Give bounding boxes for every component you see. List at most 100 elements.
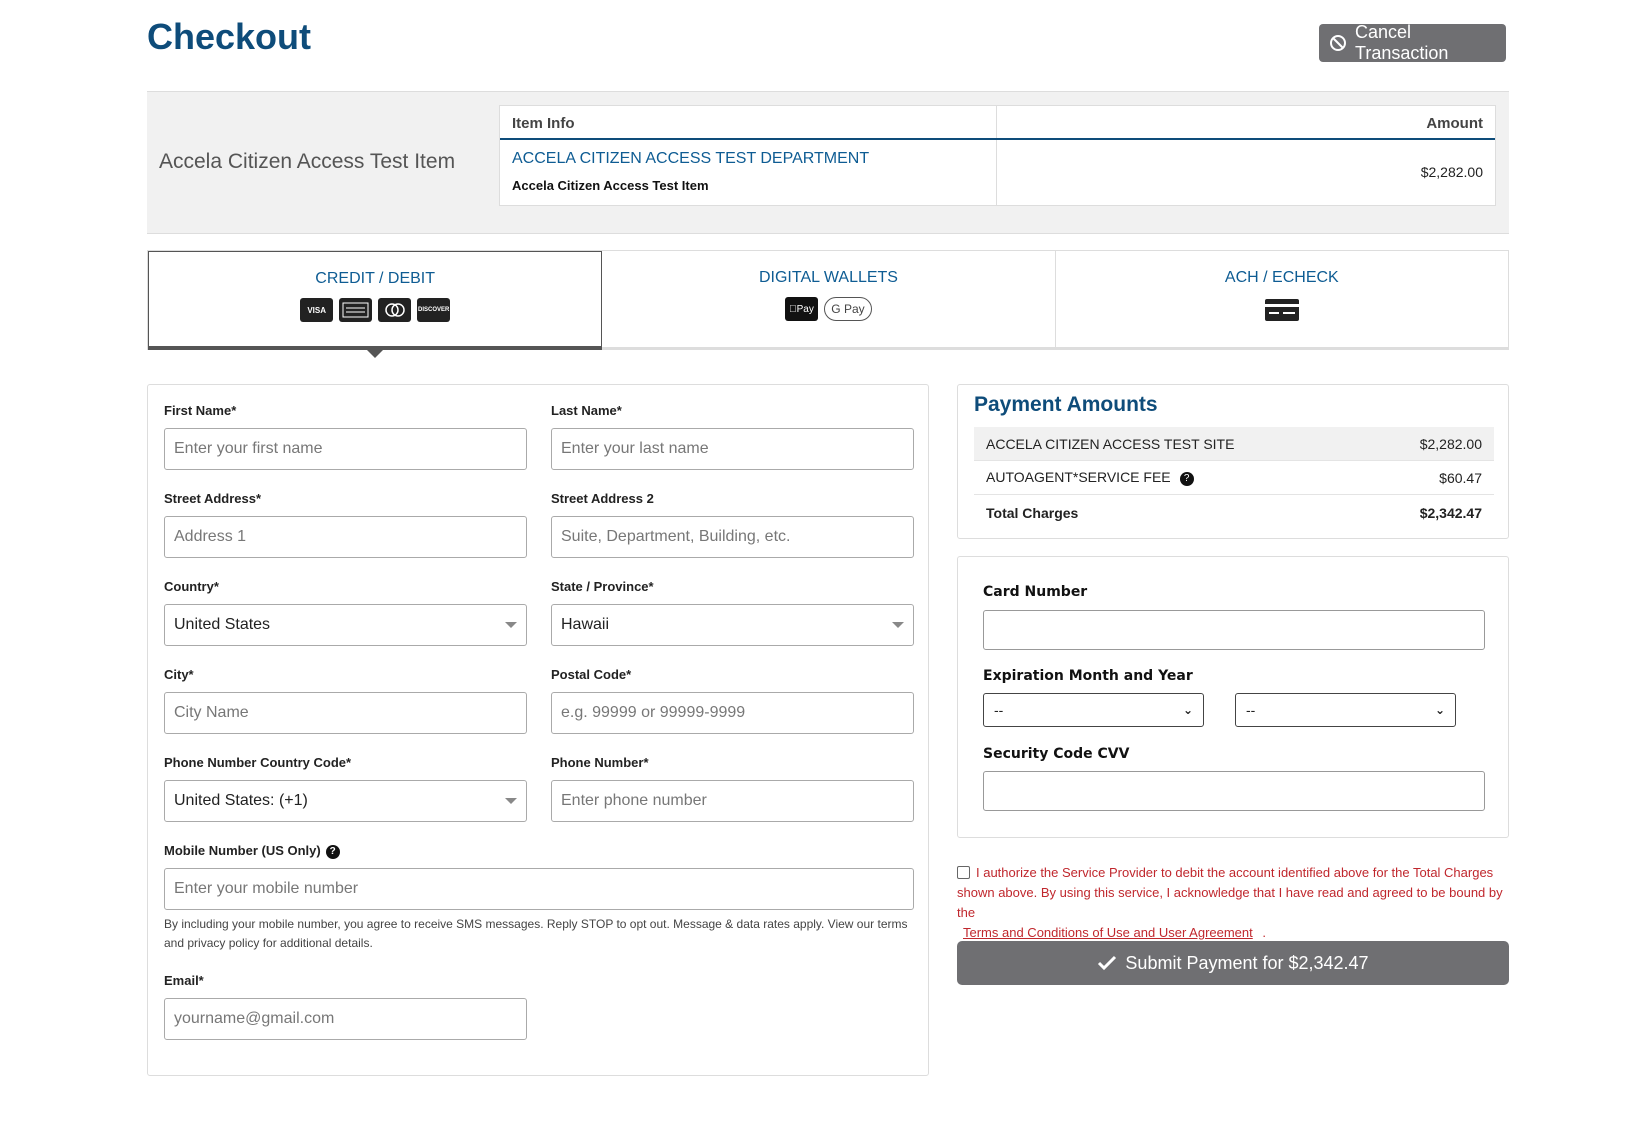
chevron-down-icon: ⌄	[1182, 703, 1193, 717]
sms-disclaimer: By including your mobile number, you agr…	[164, 917, 908, 950]
card-brand-icons: VISA DISCOVER	[149, 298, 601, 322]
mobile-label: Mobile Number (US Only)	[164, 843, 321, 858]
postal-group: Postal Code*	[551, 667, 914, 734]
phone-country-code-select[interactable]: United States: (+1)	[164, 780, 527, 822]
caret-down-icon	[505, 622, 517, 628]
column-header-item-info: Item Info	[500, 106, 997, 138]
chevron-down-icon: ⌄	[1434, 703, 1445, 717]
tab-ach-echeck[interactable]: ACH / ECHECK	[1055, 251, 1508, 350]
amount-row-label: AUTOAGENT*SERVICE FEE	[986, 469, 1171, 486]
card-number-input[interactable]	[983, 610, 1485, 650]
amex-icon	[339, 298, 373, 322]
cancel-label: Cancel Transaction	[1355, 22, 1449, 63]
first-name-input[interactable]	[164, 428, 527, 470]
first-name-label: First Name*	[164, 403, 237, 418]
authorization-consent: I authorize the Service Provider to debi…	[957, 863, 1509, 943]
authorize-checkbox[interactable]	[957, 866, 970, 879]
item-table: Item Info Amount ACCELA CITIZEN ACCESS T…	[499, 105, 1496, 206]
phone-group: Phone Number*	[551, 755, 914, 822]
street1-label: Street Address*	[164, 491, 262, 506]
email-label: Email*	[164, 973, 204, 988]
amount-row-value: $60.47	[1439, 469, 1482, 486]
email-group: Email*	[164, 973, 527, 1040]
country-group: Country* United States	[164, 579, 527, 646]
email-input[interactable]	[164, 998, 527, 1040]
item-summary: Accela Citizen Access Test Item Item Inf…	[147, 91, 1509, 234]
item-table-header: Item Info Amount	[500, 106, 1495, 140]
street1-input[interactable]	[164, 516, 527, 558]
mastercard-icon	[378, 298, 412, 322]
phone-cc-value: United States: (+1)	[174, 792, 308, 809]
total-row: Total Charges $2,342.47	[974, 496, 1494, 530]
expiry-month-select[interactable]: -- ⌄	[983, 693, 1204, 727]
page-title: Checkout	[147, 16, 312, 57]
street2-group: Street Address 2	[551, 491, 914, 558]
department-name: ACCELA CITIZEN ACCESS TEST DEPARTMENT	[512, 150, 870, 167]
postal-code-input[interactable]	[551, 692, 914, 734]
expiry-month-value: --	[994, 702, 1004, 718]
item-name: Accela Citizen Access Test Item	[512, 178, 709, 193]
cancel-transaction-button[interactable]: Cancel Transaction	[1319, 22, 1506, 63]
service-fee-label-group: AUTOAGENT*SERVICE FEE?	[986, 469, 1194, 486]
city-label: City*	[164, 667, 194, 682]
payment-amounts-title: Payment Amounts	[974, 393, 1158, 416]
state-value: Hawaii	[561, 616, 610, 633]
last-name-input[interactable]	[551, 428, 914, 470]
phone-input[interactable]	[551, 780, 914, 822]
item-info-cell: ACCELA CITIZEN ACCESS TEST DEPARTMENT Ac…	[500, 140, 997, 205]
authorization-end: .	[1262, 925, 1267, 940]
billing-form: First Name* Last Name* Street Address* S…	[147, 384, 929, 1076]
mobile-label-row: Mobile Number (US Only)?	[164, 843, 914, 859]
postal-label: Postal Code*	[551, 667, 632, 682]
city-input[interactable]	[164, 692, 527, 734]
cvv-input[interactable]	[983, 771, 1485, 811]
item-amount: $2,282.00	[1420, 164, 1483, 180]
terms-link[interactable]: Terms and Conditions of Use and User Agr…	[963, 925, 1253, 940]
expiry-year-value: --	[1246, 702, 1256, 718]
phone-label: Phone Number*	[551, 755, 649, 770]
submit-payment-button[interactable]: Submit Payment for $2,342.47	[957, 941, 1509, 985]
amount-row-value: $2,282.00	[1419, 435, 1482, 452]
last-name-label: Last Name*	[551, 403, 622, 418]
apple-pay-icon: Pay	[784, 297, 818, 321]
expiry-label: Expiration Month and Year	[983, 668, 1193, 684]
phone-cc-label: Phone Number Country Code*	[164, 755, 352, 770]
tab-label: CREDIT / DEBIT	[315, 270, 436, 287]
country-select[interactable]: United States	[164, 604, 527, 646]
amount-row-label: ACCELA CITIZEN ACCESS TEST SITE	[986, 435, 1235, 452]
check-icon	[1098, 955, 1117, 971]
caret-down-icon	[505, 798, 517, 804]
mobile-input[interactable]	[164, 868, 914, 910]
ban-icon	[1330, 35, 1346, 51]
phone-cc-group: Phone Number Country Code* United States…	[164, 755, 527, 822]
first-name-group: First Name*	[164, 403, 527, 470]
authorization-text: I authorize the Service Provider to debi…	[957, 865, 1503, 920]
help-icon[interactable]: ?	[1179, 471, 1194, 486]
tab-digital-wallets[interactable]: DIGITAL WALLETS Pay G Pay	[602, 251, 1056, 350]
total-value: $2,342.47	[1419, 505, 1482, 521]
expiry-year-select[interactable]: -- ⌄	[1235, 693, 1456, 727]
mobile-group: Mobile Number (US Only)?	[164, 843, 914, 910]
ach-icons	[1056, 297, 1508, 323]
check-card-icon	[1264, 299, 1299, 321]
card-details-panel: Card Number Expiration Month and Year --…	[957, 556, 1509, 838]
tab-credit-debit[interactable]: CREDIT / DEBIT VISA DISCOVER	[148, 251, 603, 358]
total-label: Total Charges	[986, 505, 1079, 521]
column-header-amount: Amount	[1426, 115, 1483, 132]
amount-row: ACCELA CITIZEN ACCESS TEST SITE $2,282.0…	[974, 427, 1494, 461]
state-select[interactable]: Hawaii	[551, 604, 914, 646]
city-group: City*	[164, 667, 527, 734]
wallet-icons: Pay G Pay	[602, 297, 1054, 321]
street2-label: Street Address 2	[551, 491, 654, 506]
discover-icon: DISCOVER	[417, 298, 451, 322]
tab-label: DIGITAL WALLETS	[758, 269, 898, 286]
last-name-group: Last Name*	[551, 403, 914, 470]
street1-group: Street Address*	[164, 491, 527, 558]
table-row: ACCELA CITIZEN ACCESS TEST DEPARTMENT Ac…	[500, 140, 1495, 205]
help-icon[interactable]: ?	[325, 844, 340, 859]
street2-input[interactable]	[551, 516, 914, 558]
payment-amounts-panel: Payment Amounts ACCELA CITIZEN ACCESS TE…	[957, 384, 1509, 539]
caret-down-icon	[892, 622, 904, 628]
tab-label: ACH / ECHECK	[1224, 269, 1339, 286]
state-group: State / Province* Hawaii	[551, 579, 914, 646]
